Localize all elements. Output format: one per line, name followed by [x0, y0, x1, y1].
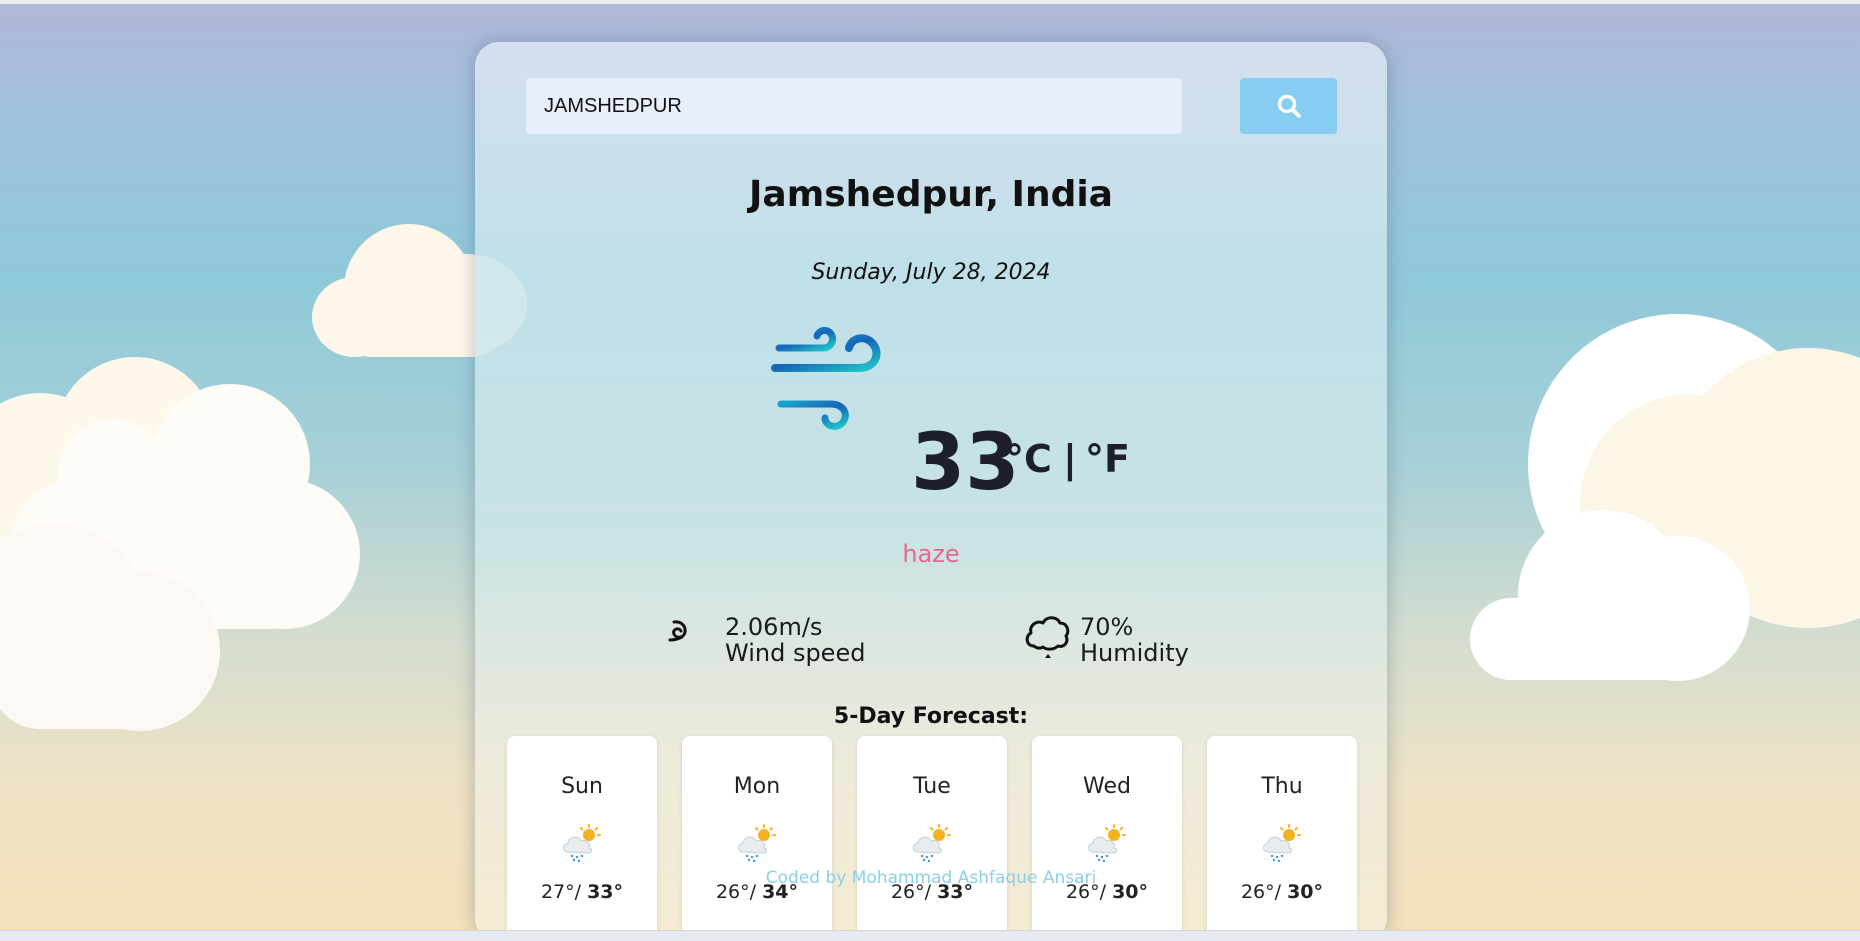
fahrenheit-toggle[interactable]: °F — [1085, 440, 1130, 478]
unit-separator: | — [1063, 437, 1077, 481]
wind-speed-label: Wind speed — [725, 639, 866, 667]
forecast-title: 5-Day Forecast: — [833, 704, 1029, 729]
current-temperature: 33 — [911, 418, 1020, 508]
current-date: Sunday, July 28, 2024 — [811, 260, 1051, 285]
forecast-day-card: Wed 26°/ 30° — [1032, 736, 1182, 930]
forecast-day-name: Wed — [1083, 774, 1131, 799]
humidity-cloud-icon — [1025, 616, 1070, 658]
city-title: Jamshedpur, India — [749, 174, 1113, 215]
city-search-input[interactable] — [526, 78, 1182, 134]
forecast-day-card: Mon 26°/ 34° — [682, 736, 832, 930]
forecast-day-card: Sun 27°/ 33° — [507, 736, 657, 930]
humidity-label: Humidity — [1080, 639, 1189, 667]
viewport: Jamshedpur, India Sunday, July 28, 2024 … — [0, 0, 1860, 941]
forecast-day-name: Mon — [733, 774, 781, 799]
forecast-day-card: Thu 26°/ 30° — [1207, 736, 1357, 930]
bottom-scroll-strip — [0, 930, 1860, 941]
wind-speed-value: 2.06m/s — [725, 613, 823, 641]
rain-sun-icon — [738, 824, 776, 863]
rain-sun-icon — [1088, 824, 1126, 863]
search-icon — [1277, 94, 1301, 118]
rain-sun-icon — [1263, 824, 1301, 863]
wind-speed-stat: 2.06m/s Wind speed — [725, 614, 865, 666]
forecast-day-name: Tue — [913, 774, 951, 799]
sky-background: Jamshedpur, India Sunday, July 28, 2024 … — [0, 4, 1860, 930]
weather-card: Jamshedpur, India Sunday, July 28, 2024 … — [475, 42, 1387, 930]
author-credit: Coded by Mohammad Ashfaque Ansari — [765, 868, 1097, 888]
forecast-day-card: Tue 26°/ 33° — [857, 736, 1007, 930]
humidity-value: 70% — [1080, 613, 1134, 641]
cloud-decoration — [0, 349, 380, 731]
forecast-day-name: Thu — [1261, 774, 1303, 799]
rain-sun-icon — [563, 824, 601, 863]
search-button[interactable] — [1240, 78, 1337, 134]
wind-icon — [771, 326, 881, 430]
cloud-decoration — [1460, 304, 1860, 681]
weather-condition: haze — [902, 540, 960, 568]
wind-swirl-icon — [668, 620, 687, 642]
forecast-day-name: Sun — [561, 774, 603, 799]
humidity-stat: 70% Humidity — [1080, 614, 1189, 666]
rain-sun-icon — [913, 824, 951, 863]
celsius-toggle[interactable]: °C — [1005, 440, 1052, 478]
